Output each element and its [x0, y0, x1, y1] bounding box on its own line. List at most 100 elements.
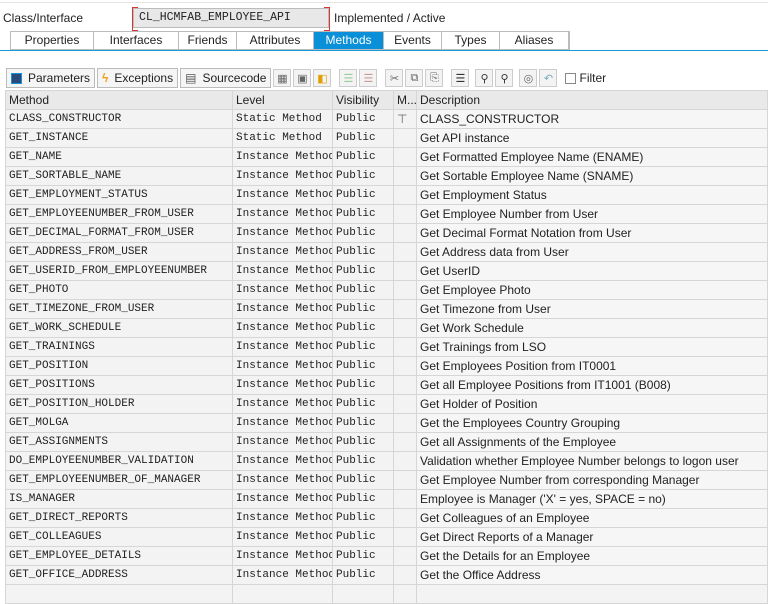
table-row[interactable]: GET_EMPLOYEENUMBER_FROM_USER Instance Met…	[5, 204, 768, 224]
method-name[interactable]: GET_EMPLOYEE_DETAILS	[5, 546, 233, 566]
table-row[interactable]: DO_EMPLOYEENUMBER_VALIDATION Instance Met…	[5, 451, 768, 471]
method-level: Instance Method	[232, 489, 333, 509]
tab-methods[interactable]: Methods	[314, 32, 384, 49]
method-level: Instance Method	[232, 242, 333, 262]
table-row[interactable]: GET_EMPLOYMENT_STATUS Instance Method Publ…	[5, 185, 768, 205]
navigate-icon[interactable]: ▦	[273, 69, 292, 87]
column-header-description[interactable]: Description	[416, 90, 768, 110]
table-row[interactable]: GET_DIRECT_REPORTS Instance Method Public G…	[5, 508, 768, 528]
column-header-visibility[interactable]: Visibility	[332, 90, 394, 110]
table-row[interactable]: GET_MOLGA Instance Method Public Get the Em…	[5, 413, 768, 433]
sort-icon[interactable]: ☰	[451, 69, 470, 87]
method-name[interactable]: GET_PHOTO	[5, 280, 233, 300]
table-header-row: Method Level Visibility M... Description	[5, 90, 768, 110]
method-name[interactable]: GET_DIRECT_REPORTS	[5, 508, 233, 528]
table-row[interactable]: GET_PHOTO Instance Method Public Get Employ…	[5, 280, 768, 300]
lightning-icon: ϟ	[102, 71, 109, 85]
table-row[interactable]: GET_DECIMAL_FORMAT_FROM_USER Instance Met…	[5, 223, 768, 243]
paste-icon[interactable]: ⎘	[425, 69, 444, 87]
method-name[interactable]: GET_EMPLOYMENT_STATUS	[5, 185, 233, 205]
method-level: Instance Method	[232, 337, 333, 357]
method-visibility: Public	[332, 299, 394, 319]
table-row[interactable]: GET_POSITION Instance Method Public Get Emp…	[5, 356, 768, 376]
method-name[interactable]: GET_POSITIONS	[5, 375, 233, 395]
column-header-modeled[interactable]: M...	[393, 90, 417, 110]
modeled-cell	[393, 375, 417, 395]
exceptions-button[interactable]: ϟ Exceptions	[97, 68, 179, 88]
modeled-cell	[393, 261, 417, 281]
table-row[interactable]: GET_POSITION_HOLDER Instance Method Public…	[5, 394, 768, 414]
table-row[interactable]: GET_WORK_SCHEDULE Instance Method Public Ge…	[5, 318, 768, 338]
method-visibility: Public	[332, 337, 394, 357]
empty-row	[5, 584, 768, 604]
method-name[interactable]: GET_POSITION	[5, 356, 233, 376]
table-row[interactable]: CLASS_CONSTRUCTOR Static Method Public ⊤ CLA…	[5, 109, 768, 129]
modeled-cell	[393, 489, 417, 509]
table-row[interactable]: GET_TRAININGS Instance Method Public Get Tr…	[5, 337, 768, 357]
copy-icon[interactable]: ⧉	[405, 69, 424, 87]
method-name[interactable]: GET_OFFICE_ADDRESS	[5, 565, 233, 585]
tab-aliases[interactable]: Aliases	[500, 32, 569, 49]
method-name[interactable]: GET_TRAININGS	[5, 337, 233, 357]
table-row[interactable]: GET_ADDRESS_FROM_USER Instance Method Publ…	[5, 242, 768, 262]
tab-events[interactable]: Events	[384, 32, 442, 49]
method-name[interactable]: GET_WORK_SCHEDULE	[5, 318, 233, 338]
method-name[interactable]: CLASS_CONSTRUCTOR	[5, 109, 233, 129]
table-row[interactable]: GET_NAME Instance Method Public Get Formatt…	[5, 147, 768, 167]
find-icon[interactable]: ⚲	[475, 69, 494, 87]
method-name[interactable]: GET_POSITION_HOLDER	[5, 394, 233, 414]
method-name[interactable]: GET_EMPLOYEENUMBER_OF_MANAGER	[5, 470, 233, 490]
method-level: Instance Method	[232, 204, 333, 224]
method-name[interactable]: GET_INSTANCE	[5, 128, 233, 148]
table-row[interactable]: GET_OFFICE_ADDRESS Instance Method Public G…	[5, 565, 768, 585]
column-header-method[interactable]: Method	[5, 90, 233, 110]
method-name[interactable]: GET_TIMEZONE_FROM_USER	[5, 299, 233, 319]
cut-icon[interactable]: ✂	[385, 69, 404, 87]
modeled-cell	[393, 318, 417, 338]
table-row[interactable]: GET_EMPLOYEENUMBER_OF_MANAGER Instance Me…	[5, 470, 768, 490]
method-visibility: Public	[332, 280, 394, 300]
method-name[interactable]: DO_EMPLOYEENUMBER_VALIDATION	[5, 451, 233, 471]
undo-icon[interactable]: ↶	[539, 69, 558, 87]
method-name[interactable]: GET_EMPLOYEENUMBER_FROM_USER	[5, 204, 233, 224]
delete-row-icon[interactable]: ☰	[359, 69, 378, 87]
find-next-icon[interactable]: ⚲	[495, 69, 514, 87]
modeled-cell	[393, 432, 417, 452]
method-name[interactable]: GET_NAME	[5, 147, 233, 167]
insert-row-icon[interactable]: ☰	[339, 69, 358, 87]
method-name[interactable]: GET_DECIMAL_FORMAT_FROM_USER	[5, 223, 233, 243]
method-name[interactable]: GET_SORTABLE_NAME	[5, 166, 233, 186]
method-level: Instance Method	[232, 299, 333, 319]
parameters-button[interactable]: Parameters	[6, 68, 96, 88]
table-row[interactable]: IS_MANAGER Instance Method Public Employee …	[5, 489, 768, 509]
method-level: Instance Method	[232, 546, 333, 566]
sourcecode-button[interactable]: ▤ Sourcecode	[180, 68, 272, 88]
class-name-field[interactable]: CL_HCMFAB_EMPLOYEE_API	[132, 7, 330, 31]
column-header-level[interactable]: Level	[232, 90, 333, 110]
table-row[interactable]: GET_POSITIONS Instance Method Public Get al…	[5, 375, 768, 395]
method-name[interactable]: GET_USERID_FROM_EMPLOYEENUMBER	[5, 261, 233, 281]
table-row[interactable]: GET_USERID_FROM_EMPLOYEENUMBER Instance M…	[5, 261, 768, 281]
hierarchy-icon[interactable]: ◧	[313, 69, 332, 87]
filter-checkbox[interactable]: Filter	[565, 71, 606, 85]
where-used-icon[interactable]: ◎	[519, 69, 538, 87]
method-name[interactable]: GET_MOLGA	[5, 413, 233, 433]
tab-friends[interactable]: Friends	[179, 32, 237, 49]
tab-attributes[interactable]: Attributes	[237, 32, 314, 49]
display-object-list-icon[interactable]: ▣	[293, 69, 312, 87]
tab-interfaces[interactable]: Interfaces	[94, 32, 179, 49]
method-name[interactable]: GET_ASSIGNMENTS	[5, 432, 233, 452]
constructor-icon: ⊤	[397, 112, 408, 126]
tab-types[interactable]: Types	[442, 32, 500, 49]
table-row[interactable]: GET_TIMEZONE_FROM_USER Instance Method Pub…	[5, 299, 768, 319]
method-name[interactable]: IS_MANAGER	[5, 489, 233, 509]
method-name[interactable]: GET_COLLEAGUES	[5, 527, 233, 547]
method-name[interactable]: GET_ADDRESS_FROM_USER	[5, 242, 233, 262]
toolbar: Parameters ϟ Exceptions ▤ Sourcecode ▦ ▣ ◧…	[6, 68, 606, 88]
table-row[interactable]: GET_ASSIGNMENTS Instance Method Public Get …	[5, 432, 768, 452]
table-row[interactable]: GET_SORTABLE_NAME Instance Method Public Ge…	[5, 166, 768, 186]
table-row[interactable]: GET_COLLEAGUES Instance Method Public Get D…	[5, 527, 768, 547]
tab-properties[interactable]: Properties	[11, 32, 94, 49]
table-row[interactable]: GET_INSTANCE Static Method Public Get API i…	[5, 128, 768, 148]
table-row[interactable]: GET_EMPLOYEE_DETAILS Instance Method Publi…	[5, 546, 768, 566]
